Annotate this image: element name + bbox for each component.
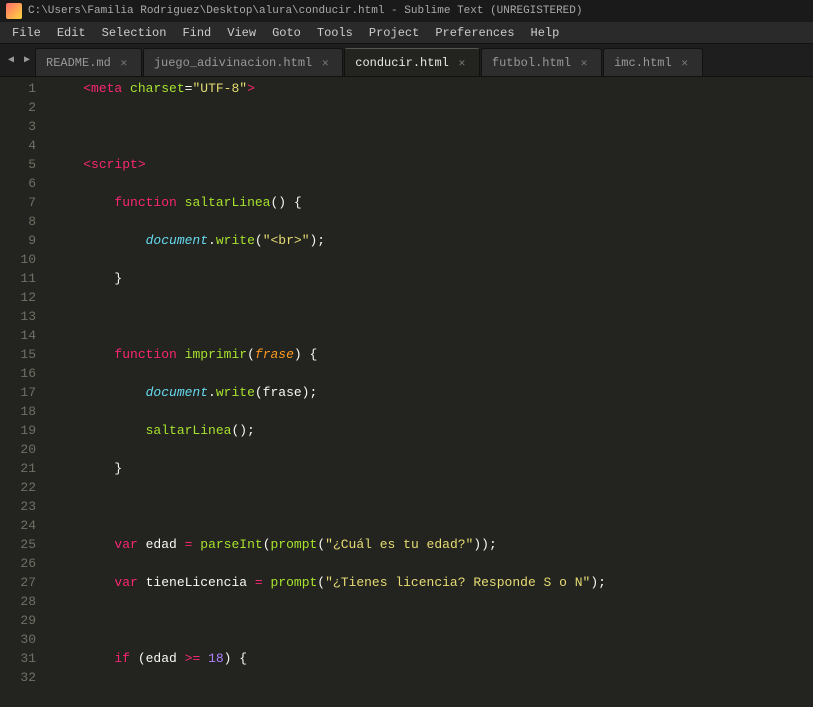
menu-edit[interactable]: Edit bbox=[49, 24, 94, 42]
tab-conducir[interactable]: conducir.html ✕ bbox=[344, 48, 480, 76]
nav-arrows: ◀ ▶ bbox=[0, 43, 38, 76]
nav-next[interactable]: ▶ bbox=[20, 53, 34, 67]
close-tab-readme[interactable]: ✕ bbox=[117, 56, 131, 70]
menu-view[interactable]: View bbox=[219, 24, 264, 42]
close-tab-futbol[interactable]: ✕ bbox=[577, 56, 591, 70]
menu-find[interactable]: Find bbox=[174, 24, 219, 42]
menu-file[interactable]: File bbox=[4, 24, 49, 42]
tab-futbol[interactable]: futbol.html ✕ bbox=[481, 48, 602, 76]
tab-imc[interactable]: imc.html ✕ bbox=[603, 48, 703, 76]
code-area[interactable]: <meta charset="UTF-8"> <script> function… bbox=[44, 77, 813, 707]
titlebar: C:\Users\Familia Rodriguez\Desktop\alura… bbox=[0, 0, 813, 22]
menubar: File Edit Selection Find View Goto Tools… bbox=[0, 22, 813, 44]
close-tab-conducir[interactable]: ✕ bbox=[455, 56, 469, 70]
tab-juego[interactable]: juego_adivinacion.html ✕ bbox=[143, 48, 343, 76]
tab-readme[interactable]: README.md ✕ bbox=[35, 48, 142, 76]
close-tab-juego[interactable]: ✕ bbox=[318, 56, 332, 70]
menu-help[interactable]: Help bbox=[523, 24, 568, 42]
menu-selection[interactable]: Selection bbox=[94, 24, 175, 42]
menu-goto[interactable]: Goto bbox=[264, 24, 309, 42]
menu-project[interactable]: Project bbox=[361, 24, 427, 42]
app-icon bbox=[6, 3, 22, 19]
menu-preferences[interactable]: Preferences bbox=[427, 24, 522, 42]
editor: 1 2 3 4 5 6 7 8 9 10 11 12 13 14 15 16 1… bbox=[0, 77, 813, 707]
tabbar: ◀ ▶ README.md ✕ juego_adivinacion.html ✕… bbox=[0, 44, 813, 77]
nav-prev[interactable]: ◀ bbox=[4, 53, 18, 67]
line-numbers: 1 2 3 4 5 6 7 8 9 10 11 12 13 14 15 16 1… bbox=[0, 77, 44, 707]
title-text: C:\Users\Familia Rodriguez\Desktop\alura… bbox=[28, 5, 583, 17]
menu-tools[interactable]: Tools bbox=[309, 24, 361, 42]
close-tab-imc[interactable]: ✕ bbox=[678, 56, 692, 70]
